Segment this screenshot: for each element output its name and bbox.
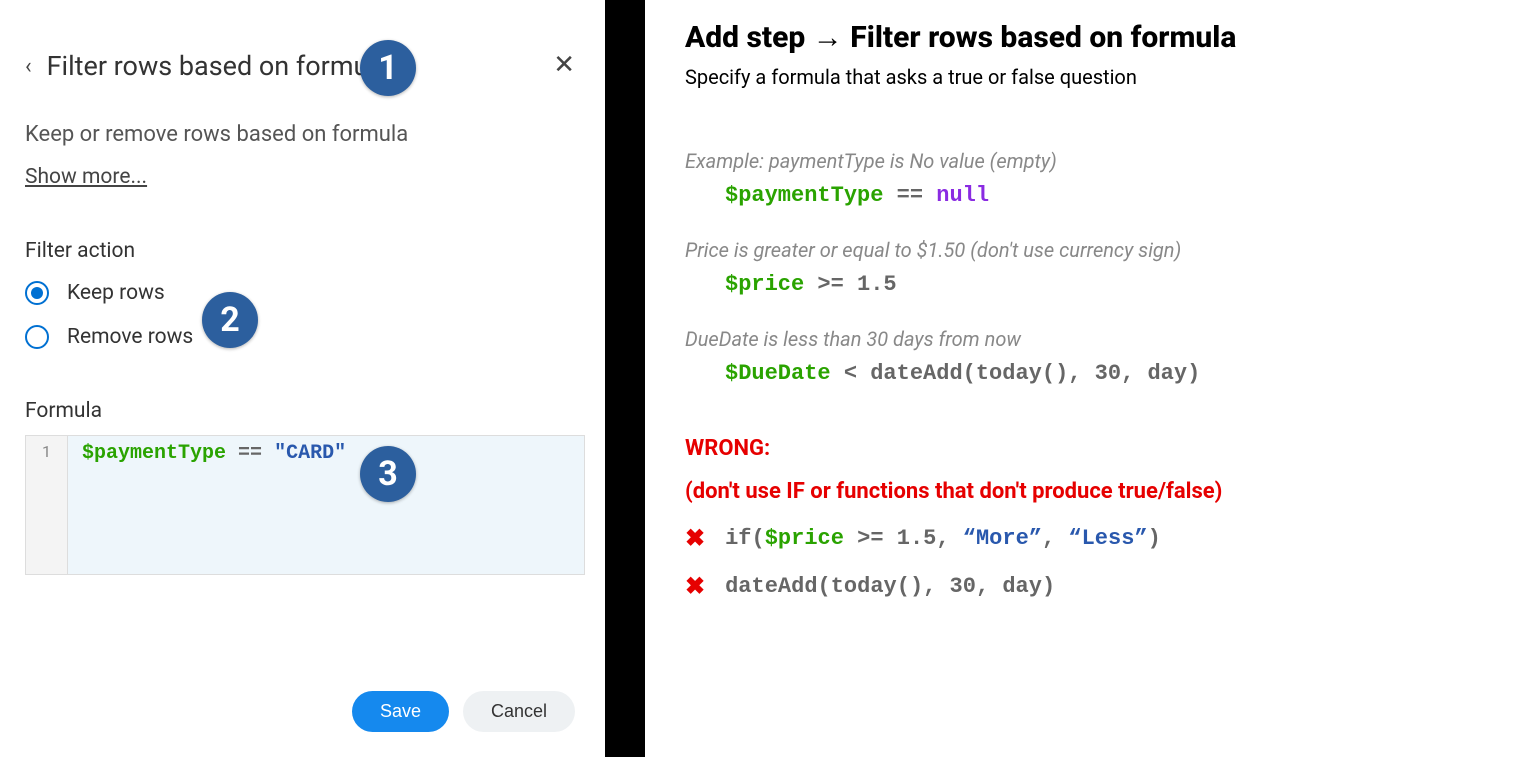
panel-subtitle: Keep or remove rows based on formula bbox=[25, 122, 585, 147]
token-string: "CARD" bbox=[274, 442, 346, 465]
doc-title-suffix: Filter rows based on formula bbox=[850, 20, 1236, 55]
radio-label: Keep rows bbox=[67, 281, 165, 305]
formula-input[interactable]: $paymentType == "CARD" bbox=[68, 436, 584, 574]
token-variable: $paymentType bbox=[82, 442, 226, 465]
show-more-link[interactable]: Show more... bbox=[25, 165, 147, 189]
wrong-note: (don't use IF or functions that don't pr… bbox=[685, 479, 1481, 504]
token-function: dateAdd(today(), 30, day) bbox=[870, 361, 1200, 386]
annotation-badge-3: 3 bbox=[360, 446, 416, 502]
close-icon[interactable]: ✕ bbox=[553, 50, 575, 80]
example-caption: Price is greater or equal to $1.50 (don'… bbox=[685, 238, 1481, 262]
token-variable: $price bbox=[725, 272, 804, 297]
code-example: $paymentType == null bbox=[725, 183, 1481, 208]
cross-icon: ✖ bbox=[685, 524, 705, 552]
code-example: $DueDate < dateAdd(today(), 30, day) bbox=[725, 361, 1481, 386]
example-caption: DueDate is less than 30 days from now bbox=[685, 327, 1481, 351]
panel-header: ‹ Filter rows based on formula ✕ bbox=[25, 50, 585, 82]
token-text: , bbox=[1042, 526, 1068, 551]
example-caption: Example: paymentType is No value (empty) bbox=[685, 149, 1481, 173]
filter-action-label: Filter action bbox=[25, 239, 585, 263]
filter-action-radio-group: Keep rows Remove rows bbox=[25, 281, 585, 349]
documentation-panel: Add step → Filter rows based on formula … bbox=[645, 0, 1521, 757]
formula-section-label: Formula bbox=[25, 399, 585, 423]
token-operator: == bbox=[238, 442, 262, 465]
token-function: if( bbox=[725, 526, 765, 551]
code-example: $price >= 1.5 bbox=[725, 272, 1481, 297]
line-number-gutter: 1 bbox=[26, 436, 68, 574]
panel-title: Filter rows based on formula bbox=[47, 50, 390, 82]
formula-editor[interactable]: 1 $paymentType == "CARD" bbox=[25, 435, 585, 575]
radio-icon bbox=[25, 281, 49, 305]
token-variable: $DueDate bbox=[725, 361, 831, 386]
step-config-panel: ‹ Filter rows based on formula ✕ Keep or… bbox=[0, 0, 605, 757]
radio-label: Remove rows bbox=[67, 325, 193, 349]
token-operator: < bbox=[844, 361, 857, 386]
wrong-example-row: ✖ dateAdd(today(), 30, day) bbox=[685, 572, 1481, 600]
wrong-header: WRONG: bbox=[685, 436, 1481, 461]
doc-title-prefix: Add step bbox=[685, 20, 805, 55]
save-button[interactable]: Save bbox=[352, 691, 449, 732]
token-variable: $price bbox=[765, 526, 844, 551]
doc-title: Add step → Filter rows based on formula bbox=[685, 20, 1481, 55]
token-number: 1.5 bbox=[857, 272, 897, 297]
token-null: null bbox=[936, 183, 989, 208]
radio-keep-rows[interactable]: Keep rows bbox=[25, 281, 585, 305]
token-string: “Less” bbox=[1068, 526, 1147, 551]
token-operator: >= bbox=[817, 272, 843, 297]
token-variable: $paymentType bbox=[725, 183, 883, 208]
annotation-badge-2: 2 bbox=[202, 292, 258, 348]
radio-remove-rows[interactable]: Remove rows bbox=[25, 325, 585, 349]
radio-icon bbox=[25, 325, 49, 349]
token-string: “More” bbox=[963, 526, 1042, 551]
arrow-right-icon: → bbox=[813, 20, 843, 55]
line-number: 1 bbox=[42, 442, 51, 461]
code-wrong-example: if($price >= 1.5, “More”, “Less”) bbox=[725, 526, 1161, 551]
back-chevron-icon[interactable]: ‹ bbox=[25, 54, 32, 79]
code-wrong-example: dateAdd(today(), 30, day) bbox=[725, 574, 1055, 599]
cross-icon: ✖ bbox=[685, 572, 705, 600]
token-operator: == bbox=[897, 183, 923, 208]
cancel-button[interactable]: Cancel bbox=[463, 691, 575, 732]
wrong-example-row: ✖ if($price >= 1.5, “More”, “Less”) bbox=[685, 524, 1481, 552]
annotation-badge-1: 1 bbox=[360, 40, 416, 96]
token-text: >= 1.5, bbox=[844, 526, 963, 551]
token-text: ) bbox=[1148, 526, 1161, 551]
button-row: Save Cancel bbox=[342, 691, 575, 732]
doc-subtitle: Specify a formula that asks a true or fa… bbox=[685, 65, 1481, 89]
